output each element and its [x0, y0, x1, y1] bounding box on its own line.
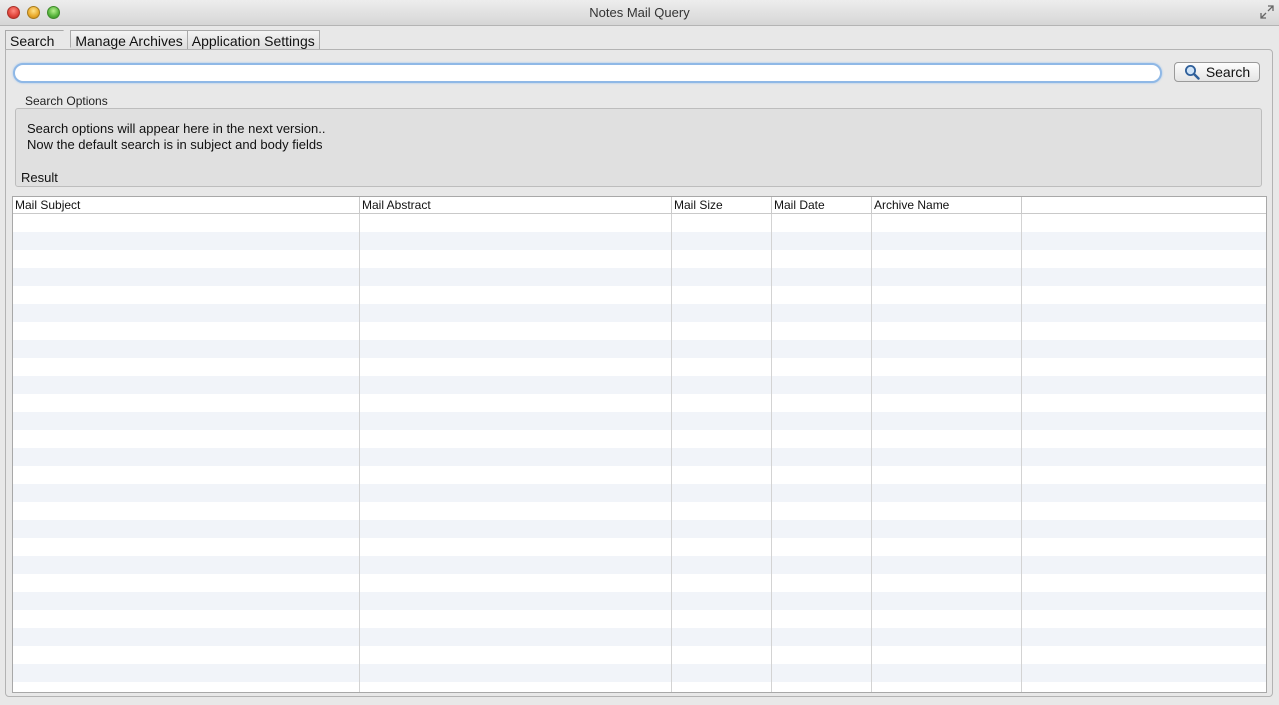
- search-input[interactable]: [13, 63, 1162, 83]
- column-divider: [771, 214, 772, 692]
- window-title: Notes Mail Query: [589, 5, 690, 20]
- table-header: Mail Subject Mail Abstract Mail Size Mai…: [13, 197, 1266, 214]
- column-header-filler: [1022, 197, 1266, 213]
- table-body[interactable]: [13, 214, 1266, 692]
- column-divider: [671, 214, 672, 692]
- search-options-label: Search Options: [25, 94, 108, 108]
- tab-bar: Search Manage Archives Application Setti…: [5, 30, 320, 50]
- title-bar[interactable]: Notes Mail Query: [0, 0, 1279, 26]
- app-window: Notes Mail Query Search Manage Archives …: [0, 0, 1279, 705]
- column-header-mail-abstract[interactable]: Mail Abstract: [360, 197, 672, 213]
- tab-manage-archives[interactable]: Manage Archives: [70, 30, 188, 50]
- search-button[interactable]: Search: [1174, 62, 1260, 82]
- search-options-box: Search options will appear here in the n…: [15, 108, 1262, 187]
- column-header-archive-name[interactable]: Archive Name: [872, 197, 1022, 213]
- options-info-line-2: Now the default search is in subject and…: [27, 137, 323, 152]
- results-table[interactable]: Mail Subject Mail Abstract Mail Size Mai…: [12, 196, 1267, 693]
- column-divider: [359, 214, 360, 692]
- magnifier-icon: [1184, 65, 1200, 80]
- tab-application-settings[interactable]: Application Settings: [186, 30, 320, 50]
- result-label: Result: [21, 170, 58, 185]
- column-header-mail-size[interactable]: Mail Size: [672, 197, 772, 213]
- search-button-label: Search: [1205, 64, 1251, 80]
- options-info-line-1: Search options will appear here in the n…: [27, 121, 326, 136]
- column-header-mail-subject[interactable]: Mail Subject: [13, 197, 360, 213]
- column-divider: [1021, 214, 1022, 692]
- column-divider: [871, 214, 872, 692]
- tab-search[interactable]: Search: [5, 30, 72, 50]
- fullscreen-icon[interactable]: [1260, 5, 1274, 19]
- search-tab-panel: Search Search Options Search options wil…: [5, 49, 1273, 697]
- column-header-mail-date[interactable]: Mail Date: [772, 197, 872, 213]
